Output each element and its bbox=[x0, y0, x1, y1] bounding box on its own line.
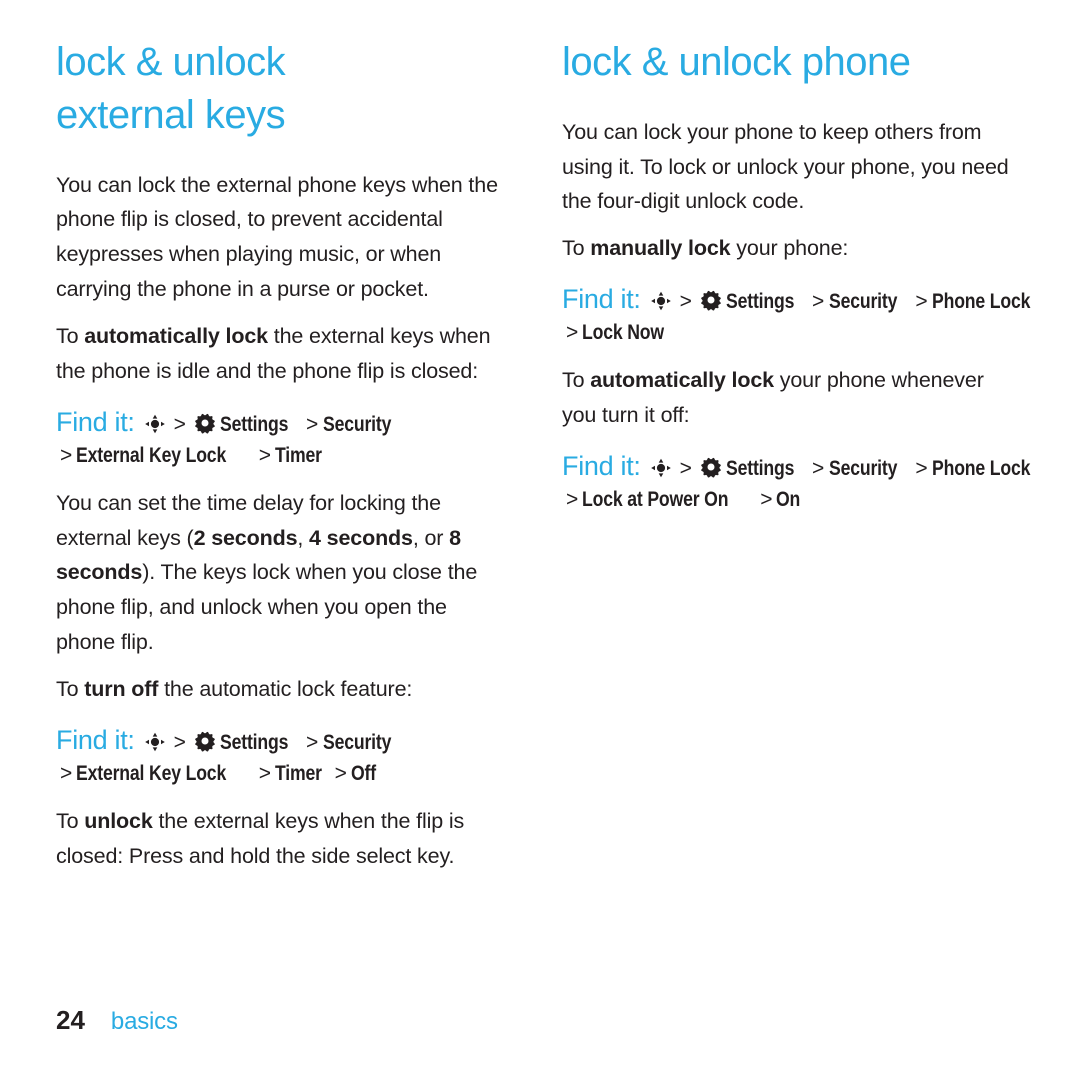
find-it-phone-lock-lock-now: Find it: > Settings > Security > Phone Lock > L… bbox=[562, 280, 1031, 345]
path-separator: > bbox=[679, 456, 692, 480]
text-run: To bbox=[56, 323, 85, 348]
text-run-bold: 4 seconds bbox=[309, 525, 413, 550]
find-it-line-2: > External Key Lock > Timer bbox=[60, 443, 322, 467]
find-it-path-1: Settings > Security > Phone Lock bbox=[726, 290, 1050, 313]
text-run-bold: automatically lock bbox=[84, 323, 268, 348]
find-it-path-1: Settings > Security bbox=[220, 731, 405, 754]
find-it-path-1: Settings > Security bbox=[220, 413, 405, 436]
path-step-security: Security bbox=[829, 456, 898, 480]
path-separator: > bbox=[173, 730, 186, 754]
find-it-path-1: Settings > Security > Phone Lock bbox=[726, 457, 1050, 480]
settings-gear-icon bbox=[699, 289, 723, 311]
path-step-settings: Settings bbox=[219, 412, 288, 436]
path-step-external-key-lock: External Key Lock bbox=[76, 443, 227, 467]
paragraph-phone-lock-intro: You can lock your phone to keep others f… bbox=[562, 115, 1014, 219]
text-run-bold: manually lock bbox=[590, 236, 731, 261]
center-select-key-icon bbox=[650, 458, 672, 478]
paragraph-auto-lock-power-off: To automatically lock your phone wheneve… bbox=[562, 363, 1014, 433]
left-page-title: lock & unlock external keys bbox=[56, 36, 508, 142]
path-step-on: On bbox=[776, 488, 801, 512]
text-run: your phone: bbox=[730, 236, 849, 261]
text-run-bold: turn off bbox=[84, 676, 159, 701]
path-step-security: Security bbox=[323, 412, 392, 436]
path-step-security: Security bbox=[829, 290, 898, 314]
paragraph-turn-off: To turn off the automatic lock feature: bbox=[56, 672, 508, 707]
right-column: lock & unlock phone You can lock your ph… bbox=[562, 36, 1031, 520]
right-page-title: lock & unlock phone bbox=[562, 36, 1014, 89]
path-step-phone-lock: Phone Lock bbox=[932, 290, 1031, 314]
left-title-line-2: external keys bbox=[56, 92, 286, 137]
path-step-settings: Settings bbox=[219, 730, 288, 754]
text-run-bold: 2 seconds bbox=[193, 525, 298, 550]
paragraph-external-keys-intro: You can lock the external phone keys whe… bbox=[56, 168, 508, 307]
path-separator: > bbox=[173, 412, 186, 436]
section-label: basics bbox=[110, 1008, 178, 1035]
find-it-line-2: > External Key Lock > Timer > Off bbox=[60, 761, 376, 785]
text-run: the automatic lock feature: bbox=[158, 676, 413, 701]
find-it-line-1: Find it: > Settings > Security > Phone Lock bbox=[562, 447, 1031, 486]
path-step-security: Security bbox=[323, 730, 392, 754]
manual-page: lock & unlock external keys You can lock… bbox=[0, 0, 1080, 1080]
text-run-bold: automatically lock bbox=[590, 368, 774, 393]
path-step-timer: Timer bbox=[274, 761, 322, 785]
find-it-line-1: Find it: > Settings > Security > Phone Lock bbox=[562, 280, 1031, 319]
left-title-line-1: lock & unlock bbox=[56, 40, 286, 84]
find-it-label: Find it: bbox=[562, 450, 641, 481]
text-run: To bbox=[562, 236, 591, 261]
path-step-settings: Settings bbox=[725, 290, 794, 314]
right-title-line-1: lock & unlock phone bbox=[562, 40, 911, 84]
path-step-settings: Settings bbox=[725, 456, 794, 480]
path-step-lock-now: Lock Now bbox=[582, 321, 665, 345]
center-select-key-icon bbox=[650, 291, 672, 311]
page-number: 24 bbox=[56, 1005, 85, 1035]
path-step-lock-at-power-on: Lock at Power On bbox=[582, 488, 729, 512]
settings-gear-icon bbox=[699, 456, 723, 478]
path-separator: > bbox=[679, 290, 692, 314]
find-it-label: Find it: bbox=[56, 406, 135, 437]
path-step-phone-lock: Phone Lock bbox=[932, 456, 1031, 480]
center-select-key-icon bbox=[144, 732, 166, 752]
settings-gear-icon bbox=[193, 730, 217, 752]
paragraph-auto-lock-intro: To automatically lock the external keys … bbox=[56, 319, 508, 389]
paragraph-unlock-external-keys: To unlock the external keys when the fli… bbox=[56, 804, 508, 874]
text-run-bold: unlock bbox=[84, 808, 153, 833]
page-footer: 24 basics bbox=[56, 1005, 178, 1036]
find-it-line-2: > Lock at Power On > On bbox=[566, 488, 801, 512]
text-run: You can lock your phone to keep others f… bbox=[562, 119, 1009, 214]
text-run: , or bbox=[412, 525, 450, 550]
text-run: To bbox=[56, 808, 85, 833]
text-run: You can lock the external phone keys whe… bbox=[56, 172, 498, 302]
find-it-label: Find it: bbox=[562, 284, 641, 315]
paragraph-time-delay: You can set the time delay for locking t… bbox=[56, 486, 508, 660]
path-step-external-key-lock: External Key Lock bbox=[76, 761, 227, 785]
settings-gear-icon bbox=[193, 412, 217, 434]
paragraph-manual-lock: To manually lock your phone: bbox=[562, 231, 1014, 266]
find-it-line-1: Find it: > Settings > Security bbox=[56, 721, 508, 760]
find-it-external-key-lock-timer: Find it: > Settings > Security > External Key… bbox=[56, 403, 508, 468]
text-run: , bbox=[297, 525, 310, 550]
path-step-off: Off bbox=[350, 761, 376, 785]
find-it-line-1: Find it: > Settings > Security bbox=[56, 403, 508, 442]
text-run: To bbox=[56, 676, 85, 701]
find-it-line-2: > Lock Now bbox=[566, 321, 665, 345]
text-run: To bbox=[562, 368, 591, 393]
find-it-label: Find it: bbox=[56, 724, 135, 755]
path-step-timer: Timer bbox=[274, 443, 322, 467]
find-it-external-key-lock-timer-off: Find it: > Settings > Security > External Key… bbox=[56, 721, 508, 786]
find-it-phone-lock-at-power-on: Find it: > Settings > Security > Phone Lock > L… bbox=[562, 447, 1031, 512]
center-select-key-icon bbox=[144, 414, 166, 434]
left-column: lock & unlock external keys You can lock… bbox=[56, 36, 508, 885]
